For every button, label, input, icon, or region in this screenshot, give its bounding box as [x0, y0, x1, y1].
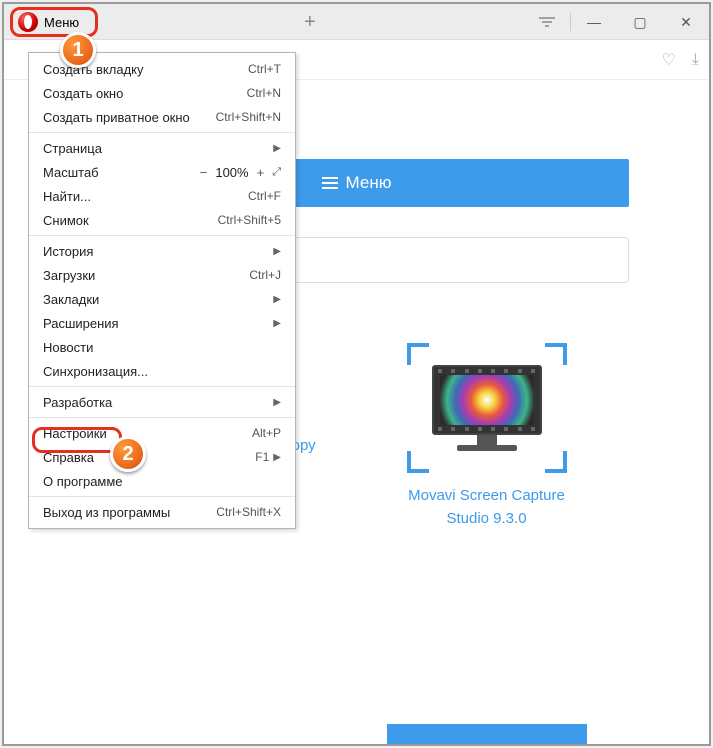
opera-main-menu[interactable]: Создать вкладкуCtrl+TСоздать окноCtrl+NС…	[28, 52, 296, 529]
minimize-button[interactable]: —	[571, 4, 617, 40]
menu-item-расширения[interactable]: Расширения ▶	[29, 311, 295, 335]
menu-item-label: Выход из программы	[43, 505, 216, 520]
menu-item-shortcut: Ctrl+Shift+5	[218, 213, 281, 227]
menu-item-создать-окно[interactable]: Создать окноCtrl+N	[29, 81, 295, 105]
opera-menu-label: Меню	[44, 15, 79, 30]
menu-item-найти-[interactable]: Найти...Ctrl+F	[29, 184, 295, 208]
menu-item-label: Разработка	[43, 395, 269, 410]
menu-item-создать-приватное-окно[interactable]: Создать приватное окноCtrl+Shift+N	[29, 105, 295, 129]
close-button[interactable]: ✕	[663, 4, 709, 40]
bottom-block-left	[127, 724, 327, 744]
menu-item-label: Новости	[43, 340, 281, 355]
hamburger-icon	[322, 174, 338, 192]
menu-separator	[29, 496, 295, 497]
menu-item-label: История	[43, 244, 269, 259]
opera-logo-icon	[18, 12, 38, 32]
zoom-out-button[interactable]: −	[200, 165, 208, 180]
menu-item-выход-из-программы[interactable]: Выход из программыCtrl+Shift+X	[29, 500, 295, 524]
maximize-button[interactable]: ▢	[617, 4, 663, 40]
download-icon[interactable]: ⤓	[692, 51, 699, 69]
menu-item-shortcut: Ctrl+N	[247, 86, 281, 100]
menu-item-снимок[interactable]: СнимокCtrl+Shift+5	[29, 208, 295, 232]
menu-item-shortcut: F1	[255, 450, 269, 464]
chevron-right-icon: ▶	[273, 294, 281, 305]
menu-item-справка[interactable]: СправкаF1 ▶	[29, 445, 295, 469]
opera-menu-button[interactable]: Меню	[18, 12, 79, 32]
menu-item-shortcut: Ctrl+T	[248, 62, 281, 76]
menu-item-разработка[interactable]: Разработка ▶	[29, 390, 295, 414]
menu-item-label: О программе	[43, 474, 281, 489]
menu-item-label: Создать окно	[43, 86, 247, 101]
chevron-right-icon: ▶	[273, 143, 281, 154]
zoom-in-button[interactable]: +	[257, 165, 265, 180]
menu-item-страница[interactable]: Страница ▶	[29, 136, 295, 160]
menu-item-label: Справка	[43, 450, 255, 465]
window-controls: — ▢ ✕	[524, 4, 709, 40]
annotation-badge-2: 2	[110, 436, 146, 472]
card-movavi-title: Movavi Screen Capture Studio 9.3.0	[387, 485, 587, 530]
menu-separator	[29, 417, 295, 418]
movavi-image	[407, 343, 567, 473]
menu-item-label: Создать приватное окно	[43, 110, 216, 125]
menu-item-zoom[interactable]: Масштаб−100% + ⤢	[29, 160, 295, 184]
bottom-block-right	[387, 724, 587, 744]
menu-item-о-программе[interactable]: О программе	[29, 469, 295, 493]
menu-item-label: Страница	[43, 141, 269, 156]
menu-item-label: Найти...	[43, 189, 248, 204]
menu-item-label: Снимок	[43, 213, 218, 228]
menu-item-история[interactable]: История ▶	[29, 239, 295, 263]
new-tab-button[interactable]: +	[304, 12, 316, 32]
menu-item-настройки[interactable]: НастройкиAlt+P	[29, 421, 295, 445]
fullscreen-button[interactable]: ⤢	[272, 166, 281, 179]
annotation-badge-1: 1	[60, 32, 96, 68]
menu-item-label: Загрузки	[43, 268, 249, 283]
site-menu-label: Меню	[346, 173, 392, 193]
menu-item-shortcut: Ctrl+Shift+X	[216, 505, 281, 519]
chevron-right-icon: ▶	[273, 397, 281, 408]
menu-item-синхронизация-[interactable]: Синхронизация...	[29, 359, 295, 383]
menu-item-shortcut: Ctrl+J	[249, 268, 281, 282]
menu-item-label: Синхронизация...	[43, 364, 281, 379]
menu-item-shortcut: Alt+P	[252, 426, 281, 440]
chevron-right-icon: ▶	[273, 318, 281, 329]
menu-item-shortcut: Ctrl+Shift+N	[216, 110, 281, 124]
menu-item-загрузки[interactable]: ЗагрузкиCtrl+J	[29, 263, 295, 287]
browser-window: + — ▢ ✕ ♡ ⤓ лем Меню PC SSD Solid State …	[2, 2, 711, 746]
menu-item-закладки[interactable]: Закладки ▶	[29, 287, 295, 311]
easy-setup-button[interactable]	[524, 4, 570, 40]
chevron-right-icon: ▶	[273, 246, 281, 257]
card-movavi[interactable]: Movavi Screen Capture Studio 9.3.0	[387, 343, 587, 530]
zoom-value: 100%	[215, 165, 248, 180]
menu-item-label: Расширения	[43, 316, 269, 331]
menu-item-label: Закладки	[43, 292, 269, 307]
chevron-right-icon: ▶	[273, 452, 281, 463]
menu-item-shortcut: Ctrl+F	[248, 189, 281, 203]
bottom-blocks	[4, 724, 709, 744]
menu-separator	[29, 386, 295, 387]
bookmark-heart-icon[interactable]: ♡	[662, 50, 676, 70]
menu-item-label: Масштаб	[43, 165, 200, 180]
menu-separator	[29, 235, 295, 236]
menu-item-новости[interactable]: Новости	[29, 335, 295, 359]
menu-item-label: Настройки	[43, 426, 252, 441]
menu-separator	[29, 132, 295, 133]
